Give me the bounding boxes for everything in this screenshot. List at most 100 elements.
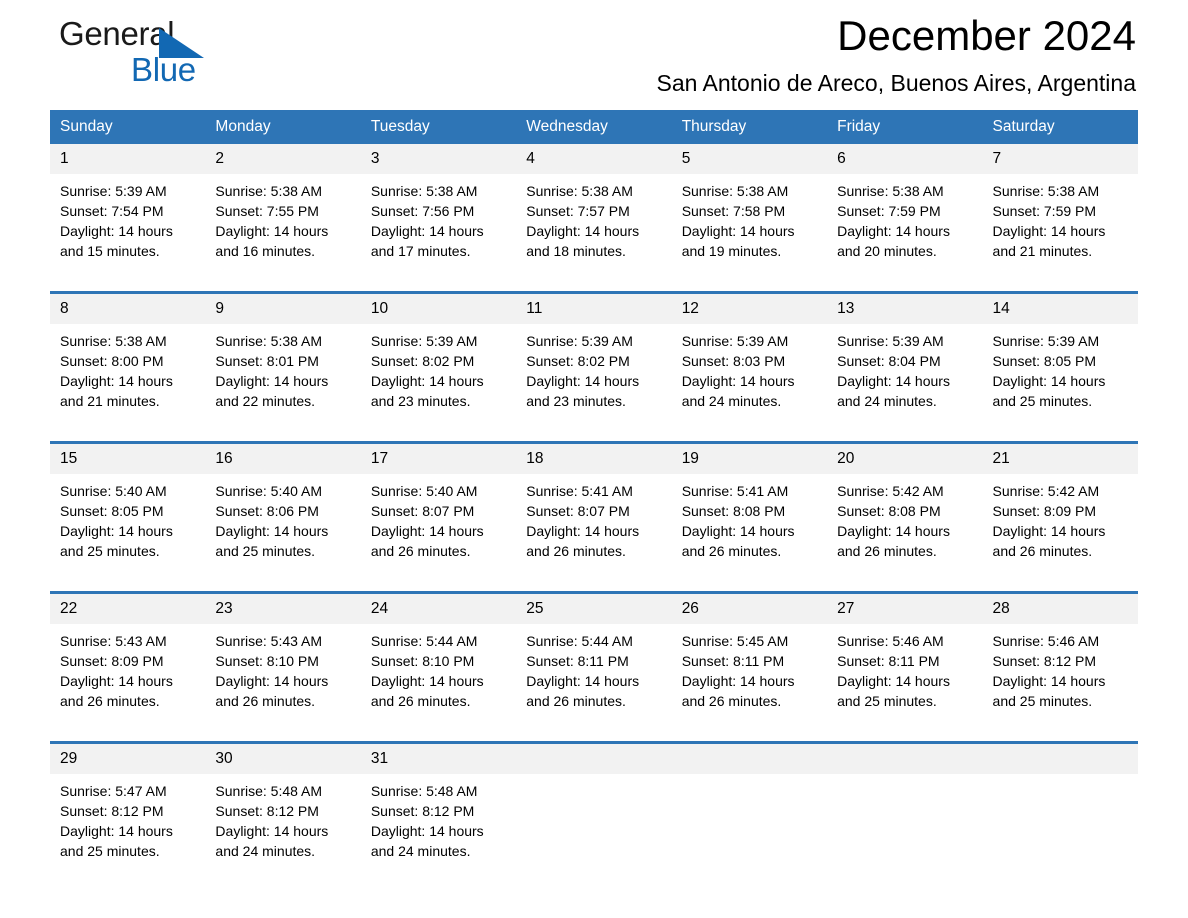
week-spacer-row [50, 277, 1138, 293]
general-blue-logo[interactable]: General Blue [59, 14, 319, 100]
calendar-day-cell[interactable]: 4 Sunrise: 5:38 AM Sunset: 7:57 PM Daylight… [516, 144, 672, 277]
day-number: 5 [671, 144, 828, 174]
calendar-week-row: 15 Sunrise: 5:40 AM Sunset: 8:05 PM Dayligh… [50, 441, 1138, 577]
sunset-text: Sunset: 7:56 PM [370, 203, 475, 219]
calendar-day-cell[interactable]: 30 Sunrise: 5:48 AM Sunset: 8:12 PM Dayligh… [205, 741, 361, 877]
calendar-day-cell[interactable]: 16 Sunrise: 5:40 AM Sunset: 8:06 PM Dayligh… [205, 441, 361, 577]
calendar-day-cell[interactable]: 18 Sunrise: 5:41 AM Sunset: 8:07 PM Dayligh… [516, 441, 672, 577]
sunset-text: Sunset: 8:06 PM [215, 503, 319, 519]
day-number: 23 [205, 594, 361, 624]
calendar-day-cell-empty [827, 741, 983, 877]
calendar-day-cell[interactable]: 24 Sunrise: 5:44 AM Sunset: 8:10 PM Dayligh… [360, 591, 517, 727]
day-details: Sunrise: 5:39 AM Sunset: 7:54 PM Daylight:… [50, 174, 205, 277]
day-number [827, 744, 983, 774]
day-number [516, 744, 672, 774]
calendar-day-cell[interactable]: 15 Sunrise: 5:40 AM Sunset: 8:05 PM Dayligh… [50, 441, 206, 577]
calendar-day-cell[interactable]: 25 Sunrise: 5:44 AM Sunset: 8:11 PM Dayligh… [516, 591, 672, 727]
sunrise-text: Sunrise: 5:38 AM [681, 183, 789, 199]
calendar-day-cell[interactable]: 7 Sunrise: 5:38 AM Sunset: 7:59 PM Daylight… [982, 144, 1138, 277]
day-of-week-wednesday: Wednesday [516, 110, 672, 144]
daylight-text: Daylight: 14 hours and 25 minutes. [60, 823, 173, 859]
calendar-day-cell[interactable]: 5 Sunrise: 5:38 AM Sunset: 7:58 PM Daylight… [671, 144, 828, 277]
day-number: 21 [982, 444, 1138, 474]
daylight-text: Daylight: 14 hours and 26 minutes. [526, 673, 640, 709]
day-details: Sunrise: 5:39 AM Sunset: 8:04 PM Daylight:… [827, 324, 982, 427]
calendar-day-cell[interactable]: 22 Sunrise: 5:43 AM Sunset: 8:09 PM Dayligh… [50, 591, 206, 727]
day-number: 4 [516, 144, 672, 174]
day-details: Sunrise: 5:44 AM Sunset: 8:10 PM Daylight:… [361, 624, 516, 727]
sunrise-text: Sunrise: 5:39 AM [992, 333, 1100, 349]
calendar-day-cell[interactable]: 10 Sunrise: 5:39 AM Sunset: 8:02 PM Dayligh… [360, 291, 517, 427]
sunset-text: Sunset: 7:59 PM [837, 203, 941, 219]
sunrise-text: Sunrise: 5:44 AM [526, 633, 633, 649]
week-spacer [50, 277, 1138, 293]
calendar-day-cell[interactable]: 20 Sunrise: 5:42 AM Sunset: 8:08 PM Dayligh… [827, 441, 983, 577]
day-number [982, 744, 1138, 774]
day-number: 24 [360, 594, 517, 624]
sunrise-text: Sunrise: 5:46 AM [992, 633, 1100, 649]
sunrise-text: Sunrise: 5:38 AM [370, 183, 478, 199]
daylight-text: Daylight: 14 hours and 24 minutes. [215, 823, 329, 859]
calendar-day-cell[interactable]: 23 Sunrise: 5:43 AM Sunset: 8:10 PM Dayligh… [205, 591, 361, 727]
day-details: Sunrise: 5:38 AM Sunset: 7:57 PM Daylight:… [516, 174, 671, 277]
day-details: Sunrise: 5:42 AM Sunset: 8:08 PM Daylight:… [827, 474, 982, 577]
calendar-week-row: 29 Sunrise: 5:47 AM Sunset: 8:12 PM Dayligh… [50, 741, 1138, 877]
calendar-day-cell[interactable]: 2 Sunrise: 5:38 AM Sunset: 7:55 PM Daylight… [205, 144, 361, 277]
week-spacer-row [50, 427, 1138, 443]
day-details: Sunrise: 5:38 AM Sunset: 7:59 PM Daylight:… [827, 174, 982, 277]
calendar-day-cell[interactable]: 21 Sunrise: 5:42 AM Sunset: 8:09 PM Dayligh… [982, 441, 1138, 577]
calendar-day-cell[interactable]: 28 Sunrise: 5:46 AM Sunset: 8:12 PM Dayligh… [982, 591, 1138, 727]
sunrise-text: Sunrise: 5:40 AM [215, 483, 323, 499]
day-details: Sunrise: 5:46 AM Sunset: 8:11 PM Daylight:… [827, 624, 982, 727]
calendar-day-cell[interactable]: 6 Sunrise: 5:38 AM Sunset: 7:59 PM Daylight… [827, 144, 983, 277]
daylight-text: Daylight: 14 hours and 25 minutes. [837, 673, 950, 709]
sunset-text: Sunset: 8:07 PM [370, 503, 475, 519]
daylight-text: Daylight: 14 hours and 26 minutes. [60, 673, 173, 709]
day-details: Sunrise: 5:42 AM Sunset: 8:09 PM Daylight:… [983, 474, 1138, 577]
daylight-text: Daylight: 14 hours and 26 minutes. [681, 523, 795, 559]
daylight-text: Daylight: 14 hours and 25 minutes. [992, 673, 1106, 709]
calendar-day-cell[interactable]: 17 Sunrise: 5:40 AM Sunset: 8:07 PM Dayligh… [360, 441, 517, 577]
day-details: Sunrise: 5:45 AM Sunset: 8:11 PM Daylight:… [672, 624, 827, 727]
calendar-day-cell[interactable]: 1 Sunrise: 5:39 AM Sunset: 7:54 PM Daylight… [50, 144, 206, 277]
calendar-day-cell[interactable]: 3 Sunrise: 5:38 AM Sunset: 7:56 PM Daylight… [360, 144, 517, 277]
sunrise-text: Sunrise: 5:39 AM [60, 183, 167, 199]
calendar-day-cell[interactable]: 12 Sunrise: 5:39 AM Sunset: 8:03 PM Dayligh… [671, 291, 828, 427]
calendar-day-cell[interactable]: 29 Sunrise: 5:47 AM Sunset: 8:12 PM Dayligh… [50, 741, 206, 877]
calendar-week-row: 1 Sunrise: 5:39 AM Sunset: 7:54 PM Daylight… [50, 144, 1138, 277]
calendar-day-cell[interactable]: 26 Sunrise: 5:45 AM Sunset: 8:11 PM Dayligh… [671, 591, 828, 727]
day-number: 22 [50, 594, 206, 624]
sunset-text: Sunset: 8:12 PM [60, 803, 164, 819]
sunset-text: Sunset: 7:58 PM [681, 203, 786, 219]
calendar-day-cell[interactable]: 9 Sunrise: 5:38 AM Sunset: 8:01 PM Daylight… [205, 291, 361, 427]
day-number: 30 [205, 744, 361, 774]
sunrise-text: Sunrise: 5:48 AM [215, 783, 323, 799]
calendar-day-cell[interactable]: 11 Sunrise: 5:39 AM Sunset: 8:02 PM Dayligh… [516, 291, 672, 427]
week-spacer [50, 577, 1138, 593]
day-of-week-header-row: Sunday Monday Tuesday Wednesday Thursday… [50, 110, 1138, 144]
calendar-day-cell[interactable]: 19 Sunrise: 5:41 AM Sunset: 8:08 PM Dayligh… [671, 441, 828, 577]
daylight-text: Daylight: 14 hours and 25 minutes. [60, 523, 173, 559]
sunset-text: Sunset: 8:10 PM [370, 653, 475, 669]
sunset-text: Sunset: 7:54 PM [60, 203, 164, 219]
calendar-day-cell[interactable]: 27 Sunrise: 5:46 AM Sunset: 8:11 PM Dayligh… [827, 591, 983, 727]
day-details [827, 774, 982, 874]
calendar-day-cell[interactable]: 31 Sunrise: 5:48 AM Sunset: 8:12 PM Dayligh… [360, 741, 517, 877]
calendar-day-cell[interactable]: 8 Sunrise: 5:38 AM Sunset: 8:00 PM Daylight… [50, 291, 206, 427]
calendar-day-cell[interactable]: 13 Sunrise: 5:39 AM Sunset: 8:04 PM Dayligh… [827, 291, 983, 427]
calendar-day-cell[interactable]: 14 Sunrise: 5:39 AM Sunset: 8:05 PM Dayligh… [982, 291, 1138, 427]
page-subtitle: San Antonio de Areco, Buenos Aires, Arge… [656, 70, 1136, 96]
day-details: Sunrise: 5:47 AM Sunset: 8:12 PM Daylight:… [50, 774, 205, 877]
sunrise-text: Sunrise: 5:38 AM [992, 183, 1100, 199]
daylight-text: Daylight: 14 hours and 15 minutes. [60, 223, 173, 259]
day-number: 19 [671, 444, 828, 474]
day-number: 26 [671, 594, 828, 624]
sunrise-text: Sunrise: 5:38 AM [60, 333, 167, 349]
sunset-text: Sunset: 8:09 PM [992, 503, 1097, 519]
daylight-text: Daylight: 14 hours and 24 minutes. [681, 373, 795, 409]
week-spacer [50, 727, 1138, 743]
daylight-text: Daylight: 14 hours and 24 minutes. [370, 823, 484, 859]
sunset-text: Sunset: 8:10 PM [215, 653, 319, 669]
sunrise-text: Sunrise: 5:41 AM [681, 483, 789, 499]
sunset-text: Sunset: 7:59 PM [992, 203, 1097, 219]
